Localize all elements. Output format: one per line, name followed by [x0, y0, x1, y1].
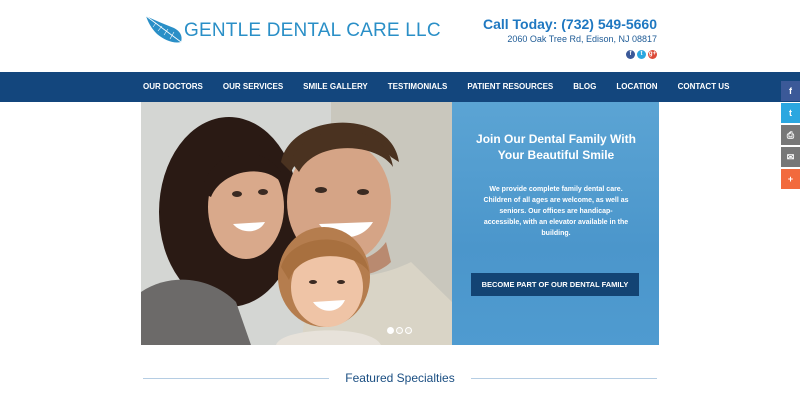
- become-part-button[interactable]: BECOME PART OF OUR DENTAL FAMILY: [471, 273, 639, 296]
- phone-number[interactable]: Call Today: (732) 549-5660: [483, 16, 657, 32]
- twitter-icon[interactable]: t: [637, 50, 646, 59]
- page: GENTLE DENTAL CARE LLC Call Today: (732)…: [0, 0, 800, 403]
- share-facebook-button[interactable]: f: [781, 81, 800, 101]
- hero-family-photo: [141, 102, 452, 345]
- nav-item-contact-us[interactable]: CONTACT US: [678, 72, 730, 102]
- main-nav: OUR DOCTORS OUR SERVICES SMILE GALLERY T…: [0, 72, 800, 102]
- hero-description: We provide complete family dental care. …: [483, 186, 629, 237]
- google-plus-icon[interactable]: g+: [648, 50, 657, 59]
- hero-title: Join Our Dental Family With Your Beautif…: [476, 132, 636, 162]
- nav-item-location[interactable]: LOCATION: [616, 72, 657, 102]
- slider-dot-3[interactable]: [405, 327, 412, 334]
- divider-left: [143, 378, 329, 379]
- slider-dot-2[interactable]: [396, 327, 403, 334]
- site-logo[interactable]: GENTLE DENTAL CARE LLC: [144, 14, 441, 50]
- share-sidebar: f t ⎙ ✉ +: [781, 81, 800, 191]
- slider-dot-1[interactable]: [387, 327, 394, 334]
- divider-right: [471, 378, 657, 379]
- hero-slider: Join Our Dental Family With Your Beautif…: [141, 102, 659, 345]
- nav-item-patient-resources[interactable]: PATIENT RESOURCES: [467, 72, 553, 102]
- logo-text: GENTLE DENTAL CARE LLC: [184, 20, 441, 41]
- share-email-button[interactable]: ✉: [781, 147, 800, 167]
- hero-text-panel: Join Our Dental Family With Your Beautif…: [452, 102, 659, 345]
- contact-info: Call Today: (732) 549-5660 2060 Oak Tree…: [483, 16, 657, 44]
- nav-item-our-services[interactable]: OUR SERVICES: [223, 72, 283, 102]
- feather-logo-icon: [145, 15, 182, 43]
- address: 2060 Oak Tree Rd, Edison, NJ 08817: [507, 34, 657, 44]
- share-more-button[interactable]: +: [781, 169, 800, 189]
- family-illustration: [141, 102, 452, 345]
- featured-title: Featured Specialties: [345, 371, 455, 385]
- share-twitter-button[interactable]: t: [781, 103, 800, 123]
- share-print-button[interactable]: ⎙: [781, 125, 800, 145]
- featured-specialties-header: Featured Specialties: [141, 368, 659, 388]
- header-social-icons: f t g+: [626, 50, 657, 59]
- nav-item-smile-gallery[interactable]: SMILE GALLERY: [303, 72, 368, 102]
- nav-item-our-doctors[interactable]: OUR DOCTORS: [143, 72, 203, 102]
- facebook-icon[interactable]: f: [626, 50, 635, 59]
- nav-item-testimonials[interactable]: TESTIMONIALS: [388, 72, 448, 102]
- nav-item-blog[interactable]: BLOG: [573, 72, 596, 102]
- slider-dots: [387, 327, 412, 334]
- site-header: GENTLE DENTAL CARE LLC Call Today: (732)…: [0, 0, 800, 72]
